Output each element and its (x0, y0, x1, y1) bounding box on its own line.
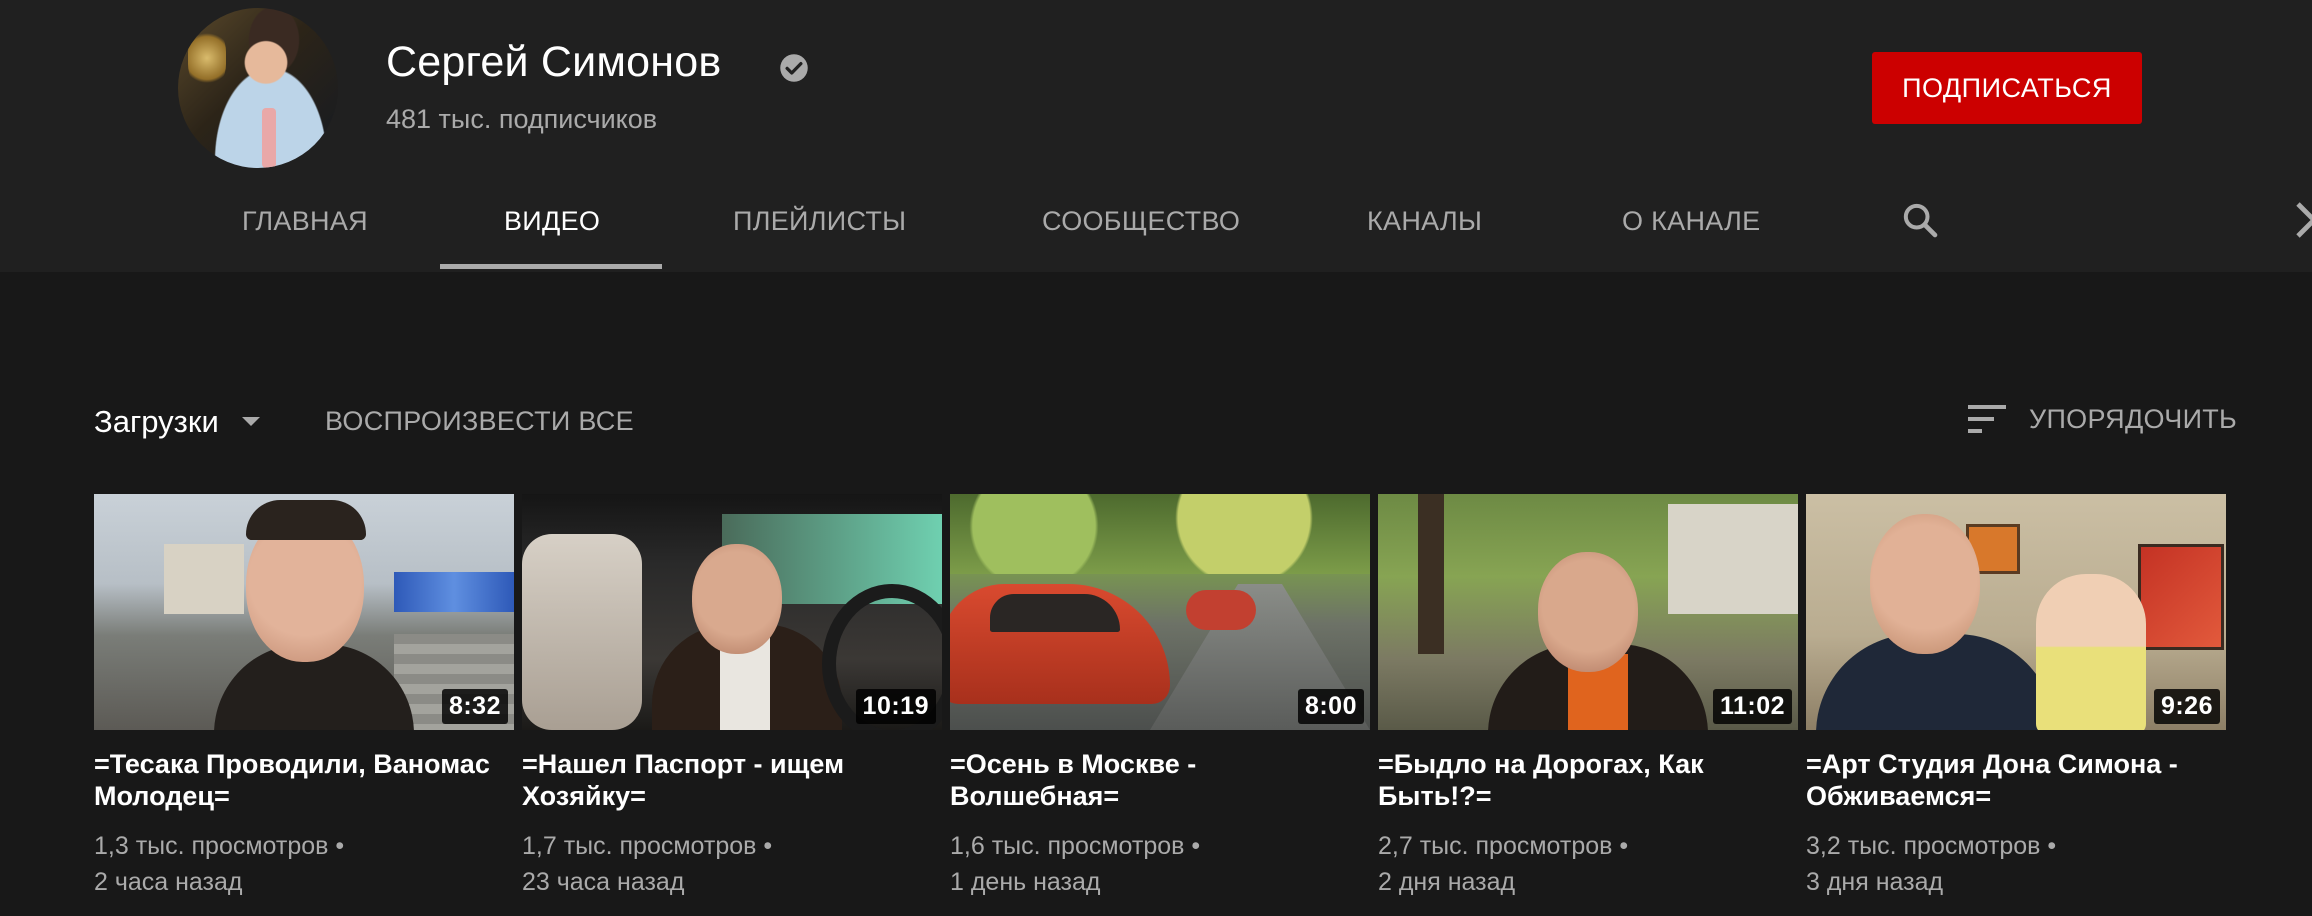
tab-home[interactable]: ГЛАВНАЯ (242, 206, 368, 237)
video-title[interactable]: =Нашел Паспорт - ищем Хозяйку= (522, 748, 932, 812)
video-meta: 1,6 тыс. просмотров • 1 день назад (950, 828, 1370, 900)
thumbnail-child (2036, 574, 2146, 730)
meta-separator: • (1619, 832, 1629, 860)
video-card: 10:19 =Нашел Паспорт - ищем Хозяйку= 1,7… (522, 494, 942, 900)
video-thumbnail[interactable]: 11:02 (1378, 494, 1798, 730)
avatar-tie (262, 108, 276, 168)
thumbnail-person-face (1870, 514, 1980, 654)
video-duration: 9:26 (2153, 689, 2220, 724)
tab-community[interactable]: СООБЩЕСТВО (1042, 206, 1240, 237)
sort-button[interactable]: УПОРЯДОЧИТЬ (2029, 404, 2237, 435)
thumbnail-building (164, 544, 244, 614)
video-duration: 8:32 (441, 689, 508, 724)
tab-about[interactable]: О КАНАЛЕ (1622, 206, 1760, 237)
video-card: 11:02 =Быдло на Дорогах, Как Быть!?= 2,7… (1378, 494, 1798, 900)
video-meta: 1,3 тыс. просмотров • 2 часа назад (94, 828, 514, 900)
video-views: 1,6 тыс. просмотров (950, 832, 1185, 860)
video-thumbnail[interactable]: 8:00 (950, 494, 1370, 730)
thumbnail-seat (522, 534, 642, 730)
channel-avatar[interactable] (178, 8, 338, 168)
play-all-button[interactable]: ВОСПРОИЗВЕСТИ ВСЕ (325, 406, 634, 437)
video-thumbnail[interactable]: 9:26 (1806, 494, 2226, 730)
channel-header: Сергей Симонов 481 тыс. подписчиков ПОДП… (0, 0, 2312, 272)
video-card: 8:00 =Осень в Москве - Волшебная= 1,6 ты… (950, 494, 1370, 900)
tab-channels[interactable]: КАНАЛЫ (1367, 206, 1482, 237)
thumbnail-person-hair (246, 500, 366, 540)
thumbnail-person-face (1538, 552, 1638, 672)
video-meta: 1,7 тыс. просмотров • 23 часа назад (522, 828, 942, 900)
thumbnail-painting-red (2138, 544, 2224, 650)
video-title[interactable]: =Тесака Проводили, Ваномас Молодец= (94, 748, 504, 812)
video-thumbnail[interactable]: 8:32 (94, 494, 514, 730)
video-card: 8:32 =Тесака Проводили, Ваномас Молодец=… (94, 494, 514, 900)
meta-separator: • (1191, 832, 1201, 860)
sort-icon[interactable] (1968, 403, 2006, 435)
video-duration: 10:19 (855, 689, 936, 724)
thumbnail-building (1668, 504, 1798, 614)
meta-separator: • (2047, 832, 2057, 860)
video-meta: 2,7 тыс. просмотров • 2 дня назад (1378, 828, 1798, 900)
video-views: 2,7 тыс. просмотров (1378, 832, 1613, 860)
video-card: 9:26 =Арт Студия Дона Симона - Обживаемс… (1806, 494, 2226, 900)
video-age: 23 часа назад (522, 868, 685, 896)
active-tab-indicator (440, 264, 662, 269)
subscriber-count: 481 тыс. подписчиков (386, 104, 658, 134)
thumbnail-car-window (990, 594, 1120, 632)
meta-separator: • (335, 832, 345, 860)
video-views: 3,2 тыс. просмотров (1806, 832, 2041, 860)
tab-videos[interactable]: ВИДЕО (504, 206, 600, 237)
channel-videos-page: Сергей Симонов 481 тыс. подписчиков ПОДП… (0, 0, 2312, 916)
thumbnail-trees (950, 494, 1370, 574)
video-title[interactable]: =Осень в Москве - Волшебная= (950, 748, 1360, 812)
video-views: 1,3 тыс. просмотров (94, 832, 329, 860)
video-title[interactable]: =Арт Студия Дона Симона - Обживаемся= (1806, 748, 2216, 812)
meta-separator: • (763, 832, 773, 860)
video-age: 1 день назад (950, 868, 1101, 896)
caret-down-icon[interactable] (242, 417, 260, 426)
video-duration: 11:02 (1712, 689, 1792, 724)
video-views: 1,7 тыс. просмотров (522, 832, 757, 860)
video-duration: 8:00 (1297, 689, 1364, 724)
verified-check-icon (780, 54, 808, 82)
video-age: 2 дня назад (1378, 868, 1516, 896)
channel-name: Сергей Симонов (386, 38, 722, 86)
search-icon[interactable] (1900, 200, 1940, 240)
subscribe-button[interactable]: ПОДПИСАТЬСЯ (1872, 52, 2142, 124)
tab-playlists[interactable]: ПЛЕЙЛИСТЫ (733, 206, 906, 237)
uploads-dropdown[interactable]: Загрузки (94, 404, 219, 440)
thumbnail-second-car (1186, 590, 1256, 630)
thumbnail-tree-trunk (1418, 494, 1444, 654)
thumbnail-banner (394, 572, 514, 612)
video-meta: 3,2 тыс. просмотров • 3 дня назад (1806, 828, 2226, 900)
video-age: 2 часа назад (94, 868, 243, 896)
thumbnail-person-face (692, 544, 782, 654)
video-thumbnail[interactable]: 10:19 (522, 494, 942, 730)
video-age: 3 дня назад (1806, 868, 1944, 896)
avatar-background-light (188, 28, 226, 88)
chevron-right-icon[interactable] (2296, 202, 2312, 238)
video-title[interactable]: =Быдло на Дорогах, Как Быть!?= (1378, 748, 1788, 812)
